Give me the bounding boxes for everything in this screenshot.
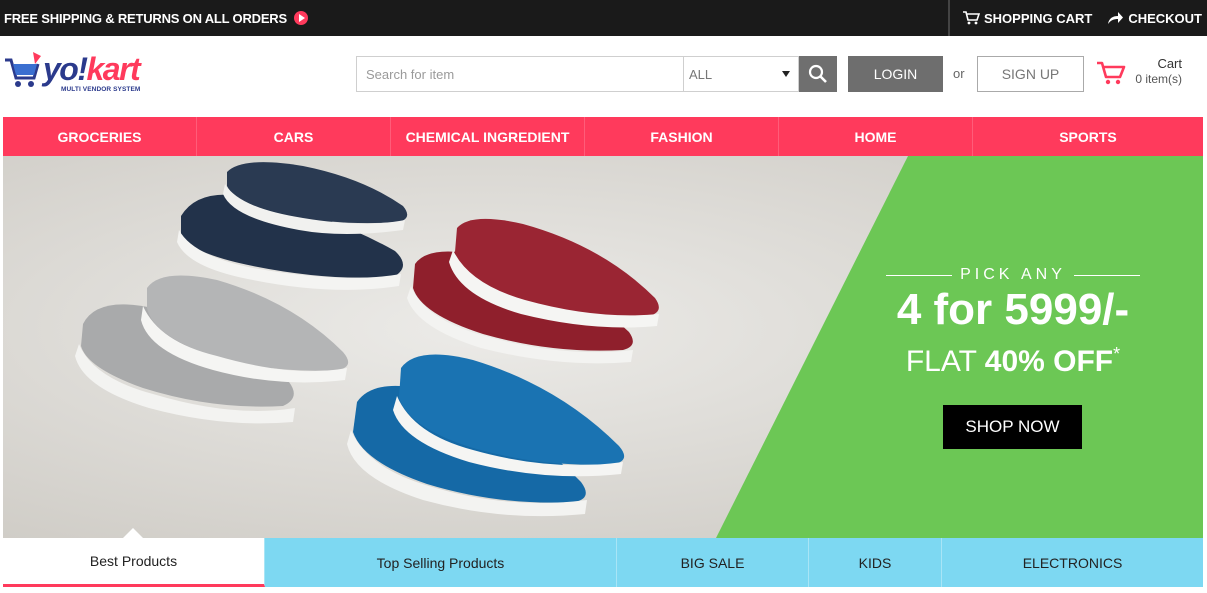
- search-icon: [808, 64, 827, 83]
- nav-item-groceries[interactable]: GROCERIES: [3, 117, 197, 156]
- flat-word: FLAT: [905, 345, 985, 378]
- site-logo[interactable]: yo!kart MULTI VENDOR SYSTEM: [3, 50, 153, 98]
- search-category-select[interactable]: ALL: [683, 56, 799, 92]
- tab-big-sale[interactable]: BIG SALE: [617, 538, 809, 587]
- logo-suffix: kart: [86, 51, 141, 87]
- checkout-link[interactable]: CHECKOUT: [1106, 11, 1202, 26]
- discount-headline: FLAT 40% OFF*: [863, 336, 1163, 380]
- pick-any-line: PICK ANY: [863, 266, 1163, 284]
- shop-now-button[interactable]: SHOP NOW: [943, 405, 1082, 449]
- signup-button[interactable]: SIGN UP: [977, 56, 1084, 92]
- offer-text: PICK ANY 4 for 5999/- FLAT 40% OFF*: [863, 266, 1163, 380]
- product-tabs: Best Products Top Selling Products BIG S…: [3, 538, 1203, 588]
- search-input[interactable]: [356, 56, 684, 92]
- search-category-value: ALL: [689, 66, 713, 82]
- tab-top-selling-products[interactable]: Top Selling Products: [265, 538, 617, 587]
- shopping-cart-link[interactable]: SHOPPING CART: [962, 11, 1092, 26]
- price-qty: 4 for: [896, 285, 1005, 334]
- share-arrow-icon: [1108, 12, 1124, 24]
- price-headline: 4 for 5999/-: [863, 286, 1163, 334]
- shipping-promo-text: FREE SHIPPING & RETURNS ON ALL ORDERS: [4, 10, 287, 26]
- hero-banner[interactable]: PICK ANY 4 for 5999/- FLAT 40% OFF* SHOP…: [3, 156, 1203, 538]
- tab-kids[interactable]: KIDS: [809, 538, 942, 587]
- discount-value: 40% OFF: [984, 345, 1114, 378]
- category-nav: GROCERIES CARS CHEMICAL INGREDIENT FASHI…: [3, 117, 1203, 156]
- cart-icon: [962, 11, 980, 25]
- nav-item-cars[interactable]: CARS: [197, 117, 391, 156]
- price-value: 5999/-: [1004, 285, 1130, 334]
- login-button[interactable]: LOGIN: [848, 56, 943, 92]
- checkout-label: CHECKOUT: [1128, 10, 1202, 26]
- divider-right: [1073, 274, 1140, 276]
- active-tab-pointer: [123, 528, 143, 538]
- divider-left: [886, 274, 953, 276]
- cart-icon: [1097, 61, 1126, 85]
- logo-prefix: yo!: [43, 51, 88, 87]
- tab-electronics[interactable]: ELECTRONICS: [942, 538, 1203, 587]
- nav-item-sports[interactable]: SPORTS: [973, 117, 1203, 156]
- shipping-promo[interactable]: FREE SHIPPING & RETURNS ON ALL ORDERS: [4, 0, 308, 36]
- logo-wordmark: yo!kart: [43, 51, 141, 87]
- nav-item-chemical-ingredient[interactable]: CHEMICAL INGREDIENT: [391, 117, 585, 156]
- cart-label: Cart: [1157, 56, 1182, 71]
- logo-cart-icon: [5, 52, 41, 87]
- nav-item-home[interactable]: HOME: [779, 117, 973, 156]
- top-bar: FREE SHIPPING & RETURNS ON ALL ORDERS SH…: [0, 0, 1207, 36]
- dropdown-caret-icon: [782, 71, 790, 77]
- shopping-cart-label: SHOPPING CART: [983, 10, 1093, 26]
- nav-item-fashion[interactable]: FASHION: [585, 117, 779, 156]
- search-button[interactable]: [799, 56, 837, 92]
- logo-tagline: MULTI VENDOR SYSTEM: [61, 86, 141, 93]
- pick-any-label: PICK ANY: [960, 266, 1066, 283]
- top-links: SHOPPING CART CHECKOUT: [948, 0, 1207, 36]
- play-arrow-icon: [293, 11, 308, 25]
- discount-mark: *: [1113, 344, 1121, 364]
- search-bar: ALL: [356, 56, 837, 92]
- header-cart[interactable]: Cart 0 item(s): [1096, 54, 1204, 94]
- cart-item-count: 0 item(s): [1135, 72, 1182, 86]
- tab-best-products[interactable]: Best Products: [3, 538, 265, 587]
- or-separator: or: [953, 66, 965, 81]
